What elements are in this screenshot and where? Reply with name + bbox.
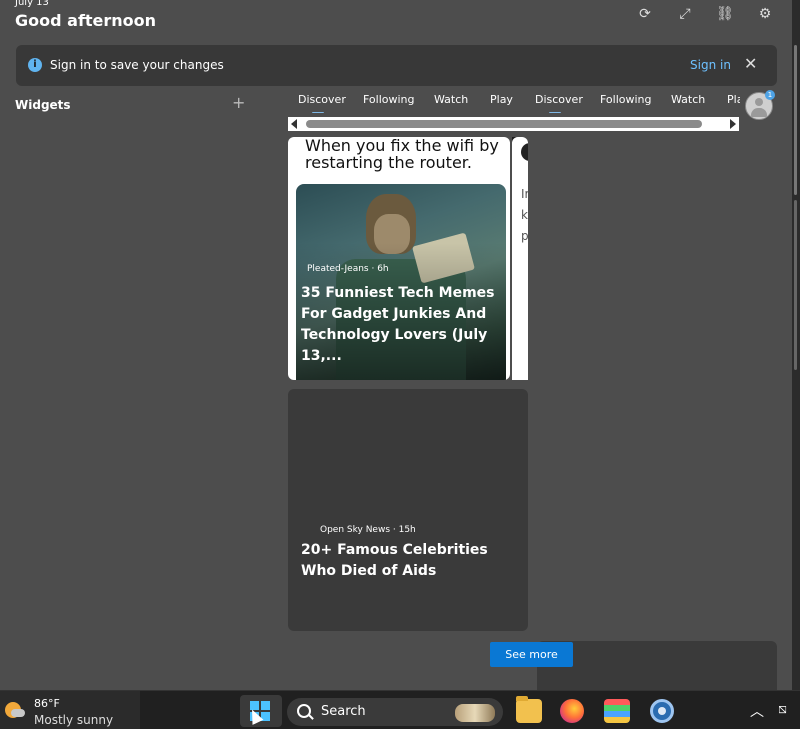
bluestacks-icon[interactable] <box>604 699 630 723</box>
next-card[interactable] <box>537 641 777 690</box>
news-card-celebrities[interactable] <box>288 389 528 631</box>
scroll-left-icon[interactable] <box>291 119 297 129</box>
horizontal-scrollbar[interactable] <box>288 117 739 131</box>
file-explorer-icon[interactable] <box>516 696 542 723</box>
widgets-panel: July 13 Good afternoon ⟳ ⤢ ⛓ ⚙ i Sign in… <box>0 0 792 690</box>
cloud-icon <box>11 709 25 717</box>
sign-in-banner: i Sign in to save your changes Sign in ✕ <box>16 45 777 86</box>
article-headline-2[interactable]: 20+ Famous Celebrities Who Died of Aids <box>301 540 523 582</box>
peek-text-3: p <box>521 229 528 243</box>
tab-play-2[interactable]: Play <box>727 93 740 106</box>
tab-following-2[interactable]: Following <box>600 93 652 106</box>
header-toolbar: ⟳ ⤢ ⛓ ⚙ <box>625 6 785 22</box>
plus-icon[interactable]: + <box>232 93 245 112</box>
tab-discover[interactable]: Discover <box>298 93 346 113</box>
notification-badge: 1 <box>765 90 775 100</box>
info-icon: i <box>28 58 42 72</box>
vertical-scrollbar[interactable] <box>792 0 800 690</box>
tab-watch-2[interactable]: Watch <box>671 93 705 106</box>
settings-icon[interactable]: ⚙ <box>745 6 785 22</box>
firefox-icon[interactable] <box>560 699 584 723</box>
close-icon[interactable]: ✕ <box>744 54 757 73</box>
article-source-2: Open Sky News · 15h <box>320 525 416 535</box>
weather-condition: Mostly sunny <box>34 713 114 727</box>
refresh-icon[interactable]: ⟳ <box>625 6 665 22</box>
temperature: 86°F <box>34 697 60 710</box>
search-highlight-image <box>455 704 495 722</box>
weather-widget[interactable]: 86°F Mostly sunny <box>0 691 140 729</box>
search-icon <box>297 704 311 718</box>
publisher-logo-icon <box>521 143 528 161</box>
peek-text-1: Ir <box>521 187 528 201</box>
meme-caption: When you fix the wifi by restarting the … <box>305 137 499 172</box>
settings-gear-icon[interactable] <box>650 699 674 723</box>
widgets-heading: Widgets <box>15 98 71 112</box>
link-icon[interactable]: ⛓ <box>705 6 745 22</box>
taskbar: 86°F Mostly sunny Search ︿ ⧅ <box>0 690 800 729</box>
date-label: July 13 <box>15 0 49 8</box>
article-headline[interactable]: 35 Funniest Tech Memes For Gadget Junkie… <box>301 283 513 367</box>
chevron-up-icon[interactable]: ︿ <box>750 701 764 721</box>
news-card-peek[interactable]: Ir k p <box>512 137 528 380</box>
scrollbar-track-lower <box>794 200 797 370</box>
tab-discover-2[interactable]: Discover <box>535 93 583 113</box>
banner-message: Sign in to save your changes <box>50 58 224 72</box>
avatar-body <box>751 108 767 117</box>
network-icon[interactable]: ⧅ <box>778 701 787 717</box>
tab-play[interactable]: Play <box>490 93 513 106</box>
tab-following[interactable]: Following <box>363 93 415 106</box>
search-label: Search <box>321 704 366 719</box>
scroll-right-icon[interactable] <box>730 119 736 129</box>
taskbar-search[interactable]: Search <box>287 698 503 726</box>
greeting-title: Good afternoon <box>15 11 157 30</box>
avatar[interactable]: 1 <box>745 90 775 120</box>
see-more-button[interactable]: See more <box>490 642 573 667</box>
article-source: Pleated-Jeans · 6h <box>307 264 389 274</box>
peek-text-2: k <box>521 208 528 222</box>
tab-watch[interactable]: Watch <box>434 93 468 106</box>
expand-icon[interactable]: ⤢ <box>665 6 705 22</box>
avatar-head <box>755 98 763 106</box>
feed-tabs: Discover Following Watch Play Discover F… <box>288 93 740 113</box>
scrollbar-track-upper <box>794 45 797 195</box>
sign-in-link[interactable]: Sign in <box>690 58 731 72</box>
scrollbar-thumb[interactable] <box>306 120 702 128</box>
